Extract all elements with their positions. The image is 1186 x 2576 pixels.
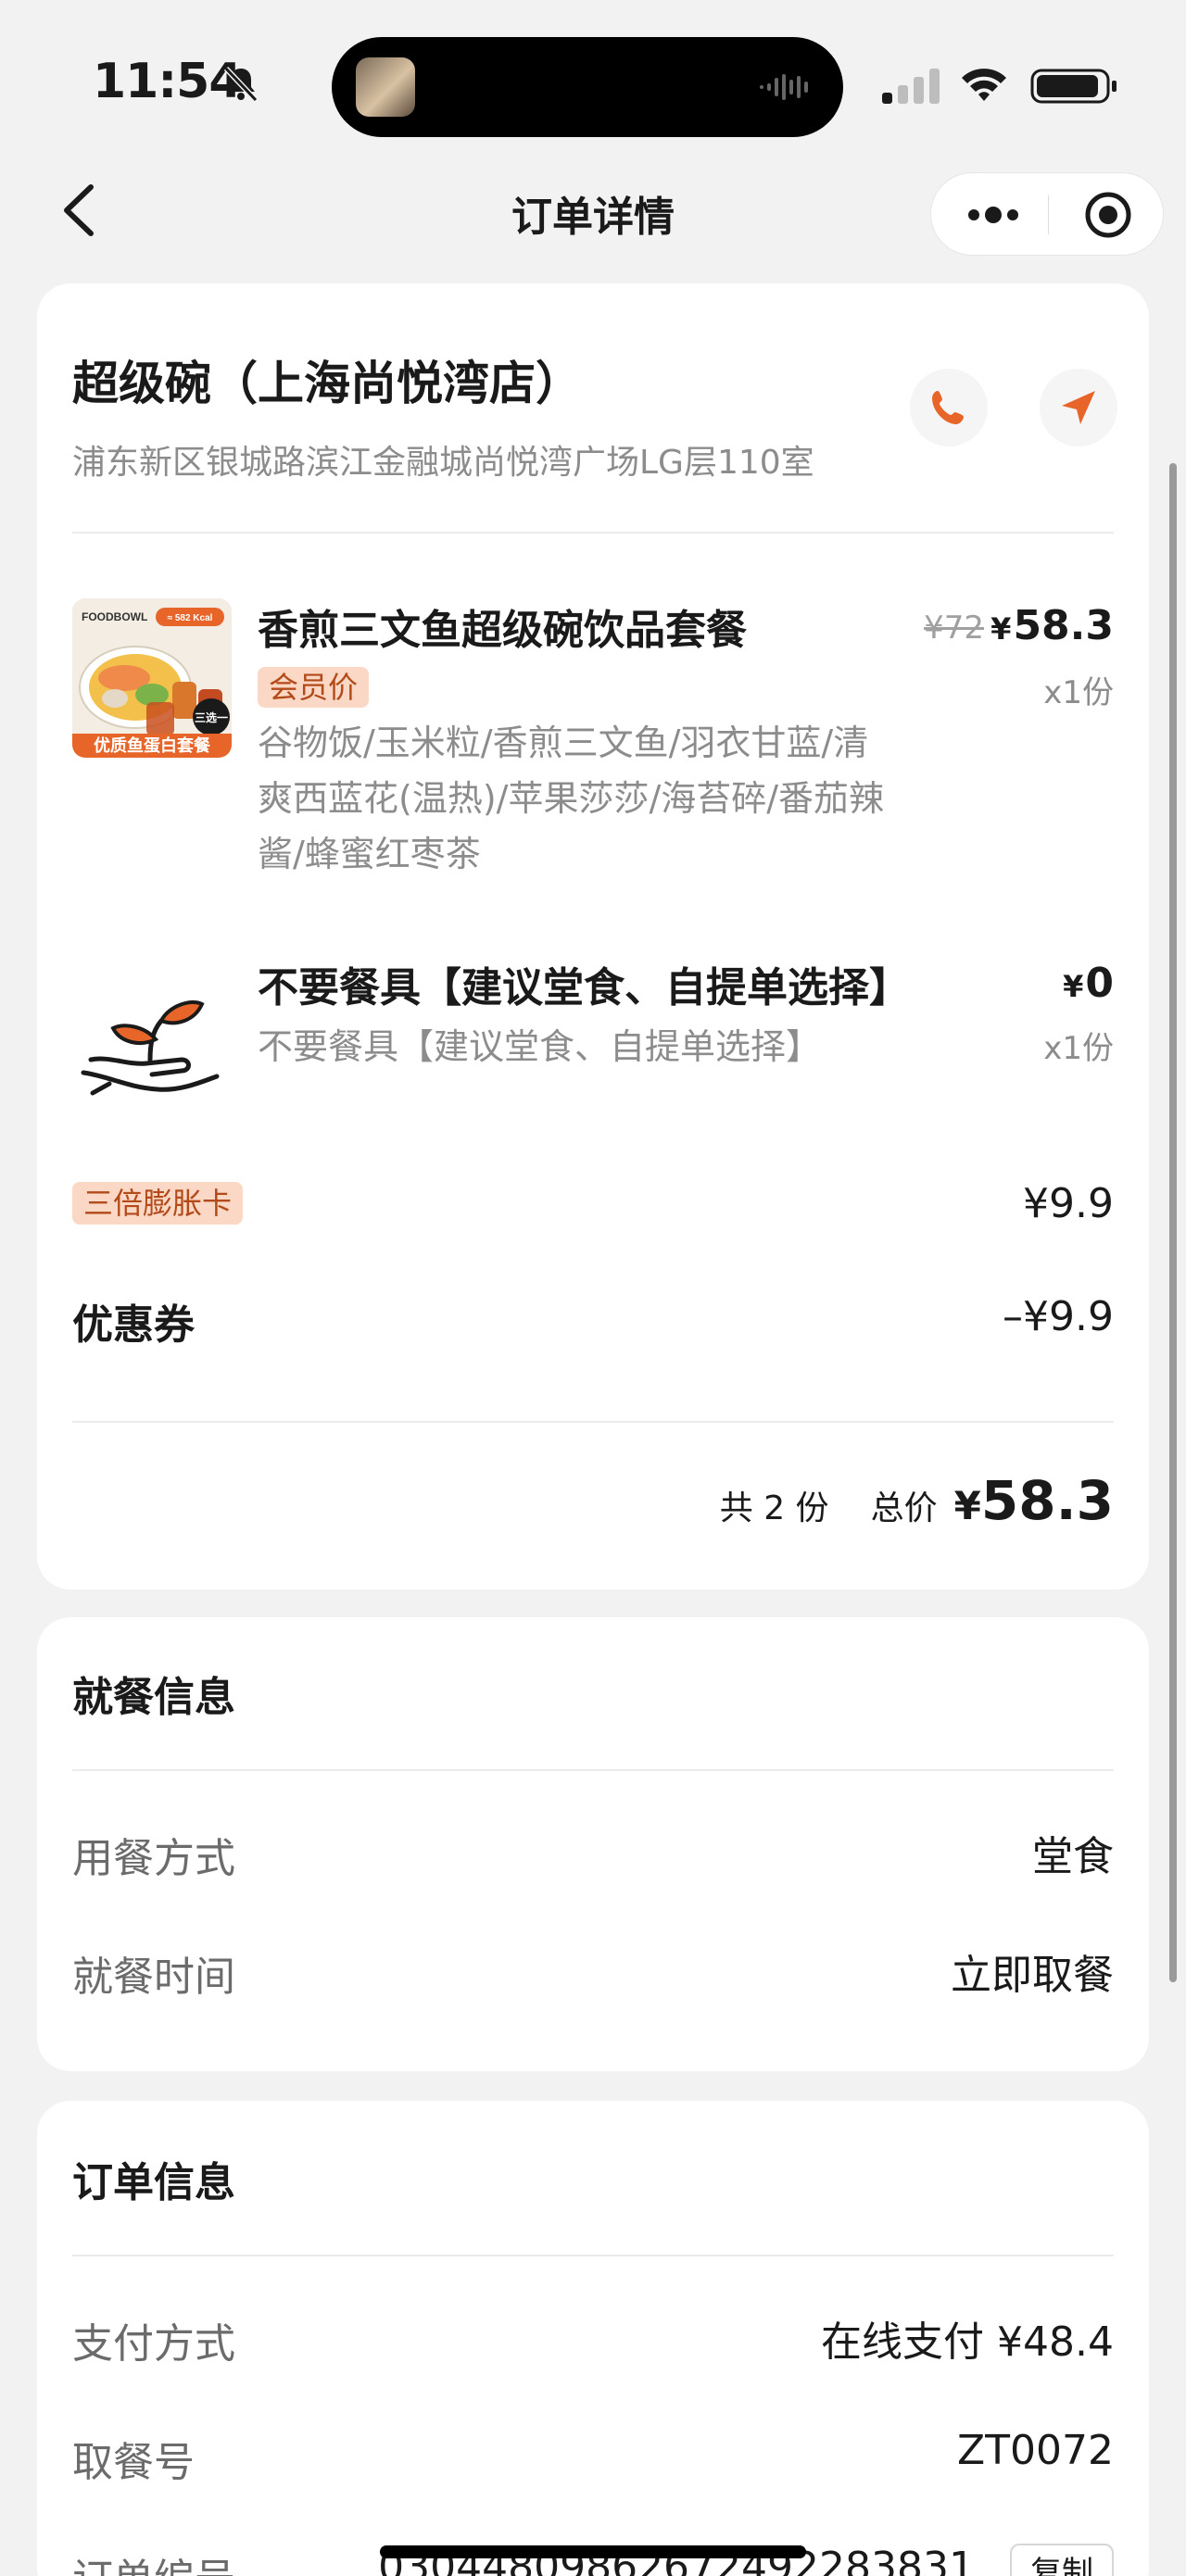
item-quantity: x1份 bbox=[1043, 674, 1114, 711]
item-name: 香煎三文鱼超级碗饮品套餐 bbox=[258, 607, 747, 654]
promo-amount: ¥9.9 bbox=[1023, 1180, 1114, 1227]
item-description: 谷物饭/玉米粒/香煎三文鱼/羽衣甘蓝/清爽西蓝花(温热)/苹果莎莎/海苔碎/番茄… bbox=[258, 723, 885, 874]
miniapp-close-icon[interactable] bbox=[1083, 190, 1133, 240]
item-quantity: x1份 bbox=[1043, 1030, 1114, 1067]
item-price: ¥0 bbox=[1063, 960, 1114, 1007]
phone-icon bbox=[932, 391, 964, 424]
total-currency: ¥ bbox=[953, 1483, 981, 1528]
dining-info-card: 就餐信息 用餐方式 堂食 就餐时间 立即取餐 bbox=[37, 1617, 1149, 2071]
navigate-store-button[interactable] bbox=[1040, 369, 1117, 446]
triple-card-tag: 三倍膨胀卡 bbox=[72, 1182, 244, 1225]
cellular-signal-icon bbox=[882, 69, 940, 104]
dining-time-value: 立即取餐 bbox=[951, 1952, 1114, 1999]
order-total: 共 2 份 总价 ¥58.3 bbox=[720, 1469, 1114, 1532]
item-name: 不要餐具【建议堂食、自提单选择】 bbox=[258, 964, 910, 1012]
divider bbox=[72, 2255, 1114, 2256]
item-price: ¥58.3 bbox=[990, 602, 1114, 649]
wifi-icon bbox=[962, 69, 1006, 101]
item-price-value: 58.3 bbox=[1013, 602, 1114, 649]
dining-mode-label: 用餐方式 bbox=[72, 1835, 235, 1882]
store-address: 浦东新区银城路滨江金融城尚悦湾广场LG层110室 bbox=[72, 444, 814, 482]
item-description: 不要餐具【建议堂食、自提单选择】 bbox=[258, 1026, 822, 1067]
order-detail-page: 11:54 订单详情 超级碗（上海尚悦湾店） 浦东新区银城路滨江金融城尚悦湾广场… bbox=[0, 0, 1186, 2576]
copy-order-number-button[interactable]: 复制 bbox=[1010, 2544, 1114, 2576]
pickup-number-label: 取餐号 bbox=[72, 2439, 195, 2486]
coupon-label: 优惠券 bbox=[72, 1301, 195, 1349]
divider bbox=[72, 1769, 1114, 1771]
payment-method-label: 支付方式 bbox=[72, 2320, 235, 2368]
order-info-card: 订单信息 支付方式 在线支付 ¥48.4 取餐号 ZT0072 订单编号 030… bbox=[37, 2101, 1149, 2576]
miniapp-capsule bbox=[930, 172, 1164, 256]
thumb-banner: 优质鱼蛋白套餐 bbox=[94, 735, 211, 756]
order-items-card: 超级碗（上海尚悦湾店） 浦东新区银城路滨江金融城尚悦湾广场LG层110室 FOO… bbox=[37, 283, 1149, 1590]
order-number-label: 订单编号 bbox=[72, 2545, 235, 2576]
nav-bar: 订单详情 bbox=[0, 157, 1186, 265]
home-indicator[interactable] bbox=[380, 2545, 806, 2558]
more-dots-icon[interactable] bbox=[965, 199, 1022, 231]
item-original-price: ¥72 bbox=[924, 609, 984, 647]
dynamic-island bbox=[332, 37, 843, 137]
thumb-badge: 三选一 bbox=[195, 710, 228, 724]
bell-muted-icon bbox=[223, 66, 259, 103]
currency-symbol: ¥ bbox=[990, 611, 1012, 647]
capsule-divider bbox=[1048, 195, 1049, 234]
divider bbox=[72, 1421, 1114, 1423]
item-image-salmon-bowl: FOODBOWL ≈ 582 Kcal 三选一 优质鱼蛋白套餐 bbox=[72, 598, 232, 758]
payment-method-value: 在线支付 ¥48.4 bbox=[821, 2318, 1114, 2366]
thumb-brand: FOODBOWL bbox=[82, 610, 147, 623]
item-price-value: 0 bbox=[1085, 960, 1114, 1007]
navigation-arrow-icon bbox=[1062, 391, 1095, 424]
battery-icon bbox=[1030, 69, 1117, 104]
call-store-button[interactable] bbox=[910, 369, 988, 446]
status-time: 11:54 bbox=[93, 54, 243, 109]
currency-symbol: ¥ bbox=[1063, 969, 1084, 1004]
scrollbar[interactable] bbox=[1169, 463, 1177, 1982]
total-amount: 58.3 bbox=[980, 1469, 1114, 1532]
divider bbox=[72, 532, 1114, 534]
dining-mode-value: 堂食 bbox=[1032, 1833, 1114, 1880]
status-bar: 11:54 bbox=[0, 0, 1186, 148]
dining-time-label: 就餐时间 bbox=[72, 1954, 235, 2001]
item-image-no-cutlery bbox=[72, 956, 232, 1115]
order-info-title: 订单信息 bbox=[72, 2159, 235, 2206]
pickup-number-value: ZT0072 bbox=[957, 2427, 1114, 2474]
dining-info-title: 就餐信息 bbox=[72, 1674, 235, 1721]
store-name: 超级碗（上海尚悦湾店） bbox=[72, 357, 582, 410]
coupon-amount: –¥9.9 bbox=[1003, 1293, 1114, 1340]
audio-waveform-icon bbox=[760, 74, 808, 100]
total-label: 总价 bbox=[870, 1489, 938, 1527]
thumb-kcal: ≈ 582 Kcal bbox=[168, 613, 213, 623]
total-count: 共 2 份 bbox=[719, 1489, 829, 1527]
now-playing-thumbnail[interactable] bbox=[356, 57, 415, 117]
member-price-tag: 会员价 bbox=[258, 667, 370, 708]
